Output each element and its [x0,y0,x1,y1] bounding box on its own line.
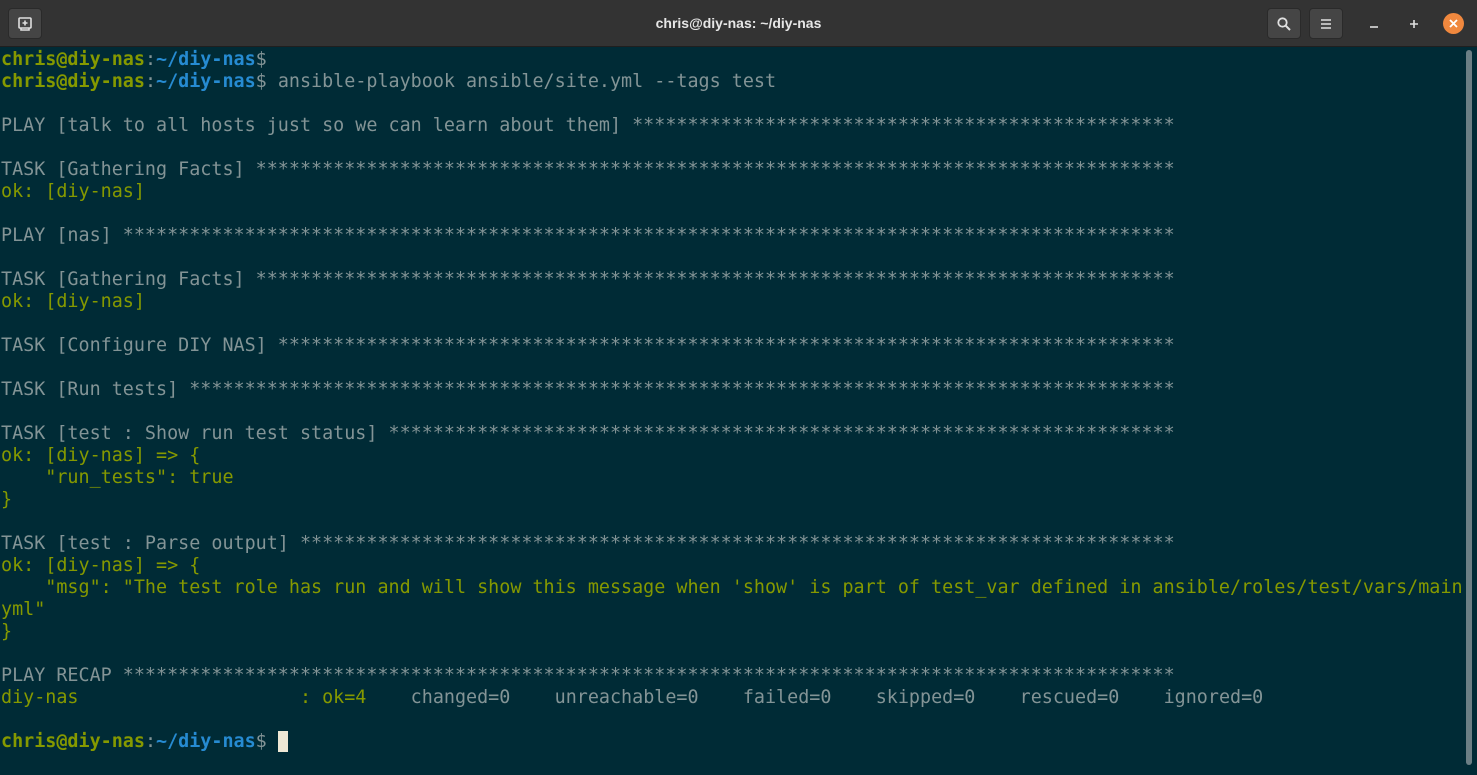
terminal-line: } [1,489,13,510]
terminal-line: diy-nas : ok=4 changed=0 unreachable=0 f… [1,687,1463,709]
menu-button[interactable] [1309,8,1343,39]
prompt-path: ~/diy-nas [156,71,256,92]
recap-host: diy-nas : [1,687,323,708]
terminal-line: chris@diy-nas:~/diy-nas$ [1,49,1463,71]
prompt-colon: : [144,731,157,752]
prompt-dollar: $ [255,71,267,92]
terminal-line: "msg": "The test role has run and will s… [1,577,1463,598]
maximize-button[interactable] [1403,13,1425,35]
close-button[interactable] [1443,13,1464,34]
title-bar: chris@diy-nas: ~/diy-nas [0,0,1477,47]
terminal-line: ok: [diy-nas] => { [1,555,201,576]
terminal-line: PLAY [nas] *****************************… [1,225,1175,246]
terminal-line: TASK [Gathering Facts] *****************… [1,269,1175,290]
search-icon [1277,16,1291,31]
terminal-line: ok: [diy-nas] => { [1,445,201,466]
text-cursor [277,731,288,752]
close-icon [1449,19,1458,28]
prompt-path: ~/diy-nas [156,731,256,752]
prompt-colon: : [144,49,157,70]
prompt-dollar: $ [255,49,267,70]
prompt-colon: : [144,71,157,92]
terminal-line: TASK [Gathering Facts] *****************… [1,159,1175,180]
terminal-line: chris@diy-nas:~/diy-nas$ ansible-playboo… [1,71,1463,93]
terminal-line: "run_tests": true [1,467,234,488]
minimize-button[interactable] [1363,13,1385,35]
window-title: chris@diy-nas: ~/diy-nas [655,15,822,31]
terminal-line: ok: [diy-nas] [1,291,145,312]
terminal-line: PLAY [talk to all hosts just so we can l… [1,115,1175,136]
terminal-line: TASK [test : Parse output] *************… [1,533,1175,554]
terminal-line: PLAY RECAP *****************************… [1,665,1175,686]
command-text: ansible-playbook ansible/site.yml --tags… [266,71,777,92]
recap-ok: ok=4 [322,687,400,708]
terminal-line: } [1,621,13,642]
terminal-output[interactable]: chris@diy-nas:~/diy-nas$ chris@diy-nas:~… [1,49,1463,775]
terminal-line: TASK [test : Show run test status] *****… [1,423,1175,444]
terminal-line: ok: [diy-nas] [1,181,145,202]
prompt-user-host: chris@diy-nas [1,731,145,752]
maximize-icon [1410,20,1418,28]
minimize-icon [1370,26,1378,28]
hamburger-menu-icon [1321,18,1331,29]
terminal-line: chris@diy-nas:~/diy-nas$ [1,731,1463,753]
recap-stats: changed=0 unreachable=0 failed=0 skipped… [399,687,1264,708]
search-button[interactable] [1267,8,1301,39]
scrollbar-thumb[interactable] [1466,50,1472,765]
terminal-line: TASK [Configure DIY NAS] ***************… [1,335,1175,356]
scrollbar[interactable] [1466,50,1472,765]
prompt-dollar: $ [255,731,267,752]
terminal-line: yml" [1,599,46,620]
terminal-line: TASK [Run tests] ***********************… [1,379,1175,400]
prompt-user-host: chris@diy-nas [1,49,145,70]
prompt-user-host: chris@diy-nas [1,71,145,92]
prompt-path: ~/diy-nas [156,49,256,70]
